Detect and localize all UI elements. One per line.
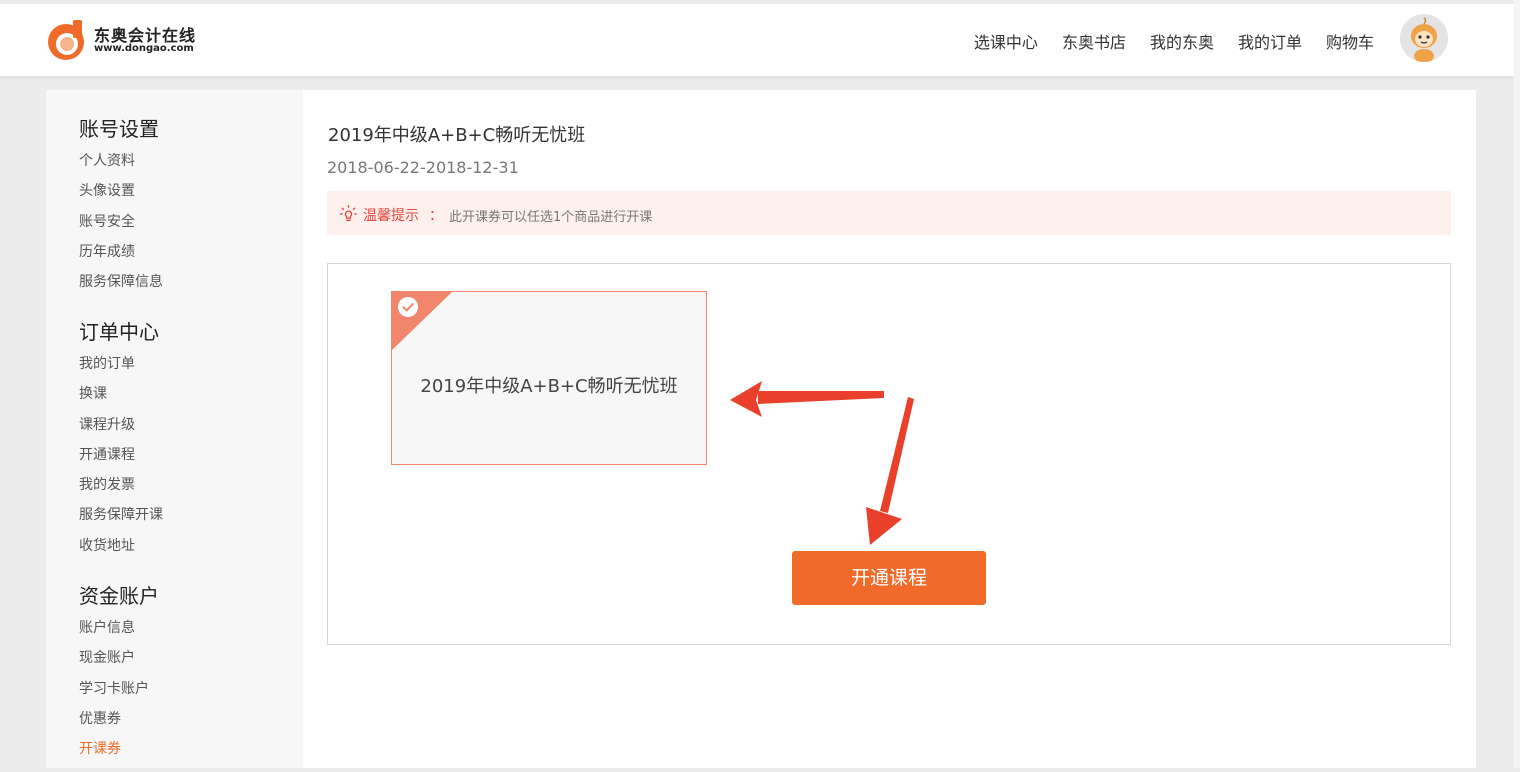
tip-text: 此开课券可以任选1个商品进行开课 <box>449 210 653 225</box>
sidebar-section-orders: 订单中心 我的订单 换课 课程升级 开通课程 我的发票 服务保障开课 收货地址 <box>79 318 163 561</box>
voucher-validity-date: 2018-06-22-2018-12-31 <box>327 158 519 177</box>
sidebar-heading: 账号设置 <box>79 117 159 141</box>
sidebar-heading: 订单中心 <box>79 320 159 344</box>
nav-shopping-cart[interactable]: 购物车 <box>1326 29 1374 53</box>
page-bottom-edge <box>0 768 1520 772</box>
course-option-name: 2019年中级A+B+C畅听无忧班 <box>420 376 678 397</box>
account-sidebar: 账号设置 个人资料 头像设置 账号安全 历年成绩 服务保障信息 订单中心 我的订… <box>46 90 303 768</box>
sidebar-item-study-card-account[interactable]: 学习卡账户 <box>79 674 159 704</box>
sidebar-item-service-guarantee-info[interactable]: 服务保障信息 <box>79 267 163 297</box>
sidebar-item-past-scores[interactable]: 历年成绩 <box>79 237 163 267</box>
arrow-down-icon <box>866 397 914 545</box>
nav-bookstore[interactable]: 东奥书店 <box>1062 29 1126 53</box>
nav-my-dongao[interactable]: 我的东奥 <box>1150 29 1214 53</box>
selected-corner-badge <box>392 292 452 350</box>
cartoon-avatar-icon <box>1400 14 1448 62</box>
checkmark-icon <box>398 297 418 317</box>
sidebar-item-my-invoices[interactable]: 我的发票 <box>79 470 163 500</box>
sidebar-section-account: 账号设置 个人资料 头像设置 账号安全 历年成绩 服务保障信息 <box>79 115 163 297</box>
lightbulb-icon <box>339 204 358 221</box>
course-option-card[interactable]: 2019年中级A+B+C畅听无忧班 <box>391 291 707 465</box>
nav-my-orders[interactable]: 我的订单 <box>1238 29 1302 53</box>
tip-label: 温馨提示 <box>363 208 419 224</box>
scrollbar-track[interactable] <box>1514 0 1520 772</box>
sidebar-item-coupons[interactable]: 优惠券 <box>79 704 159 734</box>
sidebar-item-open-course[interactable]: 开通课程 <box>79 440 163 470</box>
tip-banner: 温馨提示 ： 此开课券可以任选1个商品进行开课 <box>327 191 1451 235</box>
main-nav: 选课中心 东奥书店 我的东奥 我的订单 购物车 <box>950 29 1374 53</box>
sidebar-item-change-course[interactable]: 换课 <box>79 379 163 409</box>
sidebar-item-service-guarantee-open[interactable]: 服务保障开课 <box>79 500 163 530</box>
voucher-title: 2019年中级A+B+C畅听无忧班 <box>328 125 586 146</box>
sidebar-item-account-info[interactable]: 账户信息 <box>79 613 159 643</box>
top-navigation-bar: 东奥会计在线 www.dongao.com 选课中心 东奥书店 我的东奥 我的订… <box>0 4 1514 76</box>
tip-colon: ： <box>429 208 443 224</box>
nav-course-center[interactable]: 选课中心 <box>974 29 1038 53</box>
sidebar-item-shipping-address[interactable]: 收货地址 <box>79 531 163 561</box>
user-avatar[interactable] <box>1400 14 1448 62</box>
open-course-button[interactable]: 开通课程 <box>792 551 986 605</box>
sidebar-item-profile[interactable]: 个人资料 <box>79 146 163 176</box>
sidebar-heading: 资金账户 <box>79 584 159 608</box>
sidebar-item-course-vouchers[interactable]: 开课券 <box>79 734 159 764</box>
logo-url: www.dongao.com <box>94 43 194 54</box>
dongao-logo-icon <box>48 20 84 60</box>
sidebar-item-account-security[interactable]: 账号安全 <box>79 207 163 237</box>
sidebar-item-avatar-settings[interactable]: 头像设置 <box>79 176 163 206</box>
site-logo[interactable]: 东奥会计在线 www.dongao.com <box>46 16 216 64</box>
sidebar-item-my-orders[interactable]: 我的订单 <box>79 349 163 379</box>
sidebar-item-cash-account[interactable]: 现金账户 <box>79 643 159 673</box>
sidebar-item-course-upgrade[interactable]: 课程升级 <box>79 410 163 440</box>
sidebar-section-funds: 资金账户 账户信息 现金账户 学习卡账户 优惠券 开课券 <box>79 582 159 764</box>
